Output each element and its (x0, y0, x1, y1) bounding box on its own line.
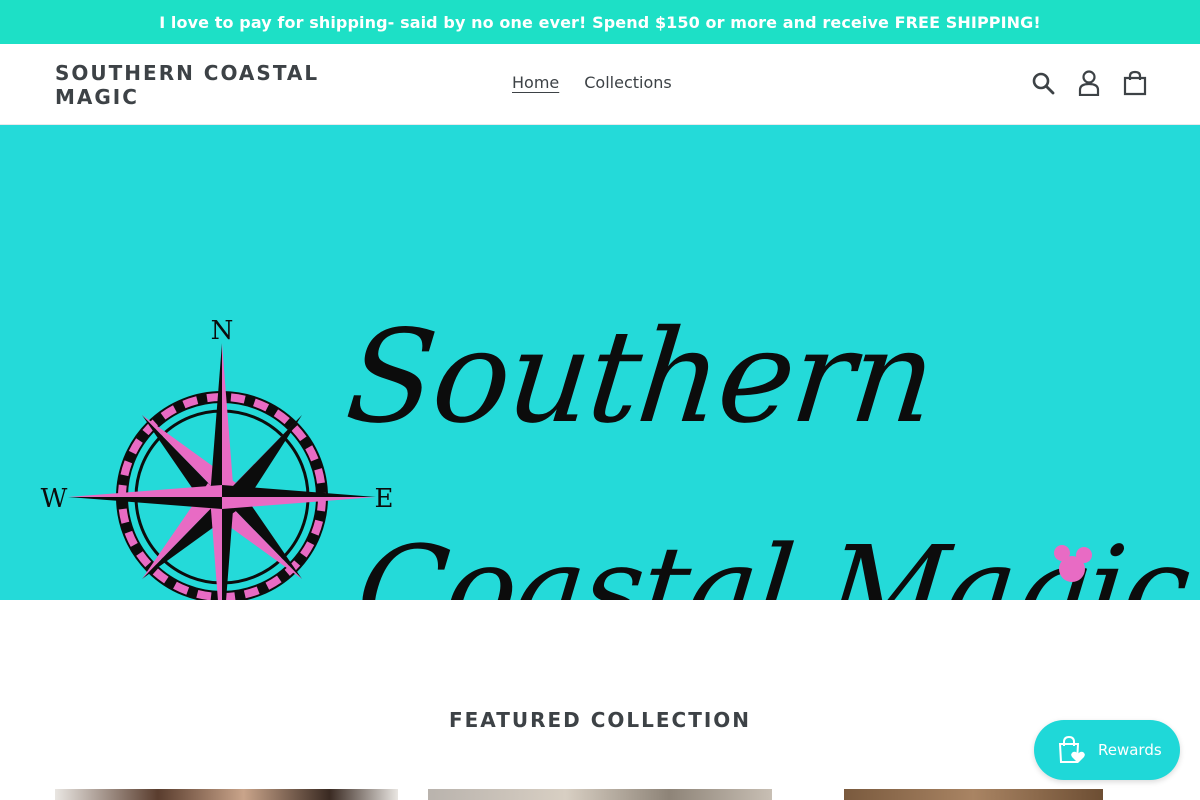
compass-east-label: E (375, 484, 394, 514)
cart-icon[interactable] (1122, 69, 1148, 97)
search-icon[interactable] (1030, 69, 1056, 97)
announcement-text: I love to pay for shipping- said by no o… (159, 12, 1041, 32)
site-header: SOUTHERN COASTAL MAGIC Home Collections (0, 44, 1200, 125)
compass-west-label: W (41, 484, 68, 514)
compass-rose-icon: N S W E (41, 316, 394, 600)
featured-collection-title: FEATURED COLLECTION (448, 708, 752, 732)
product-grid (0, 789, 1200, 800)
account-icon[interactable] (1076, 69, 1102, 97)
rewards-button[interactable]: Rewards (1034, 720, 1180, 780)
featured-collection-section: FEATURED COLLECTION (0, 708, 1200, 732)
shopping-bag-heart-icon (1058, 735, 1085, 763)
product-card[interactable] (55, 789, 398, 800)
nav-collections[interactable]: Collections (584, 73, 671, 92)
product-card[interactable] (844, 789, 1103, 800)
rewards-label: Rewards (1098, 741, 1162, 759)
main-nav: Home Collections (512, 73, 672, 92)
hero-title-line1: Southern (340, 303, 941, 452)
announcement-bar: I love to pay for shipping- said by no o… (0, 0, 1200, 44)
mickey-ears-icon (1054, 545, 1092, 582)
nav-home[interactable]: Home (512, 73, 559, 92)
hero-banner: N S W E Southern Coastal Magic (0, 125, 1200, 600)
header-icons (1030, 69, 1148, 97)
store-logo[interactable]: SOUTHERN COASTAL MAGIC (55, 61, 355, 109)
compass-north-label: N (211, 316, 234, 346)
product-card[interactable] (428, 789, 772, 800)
